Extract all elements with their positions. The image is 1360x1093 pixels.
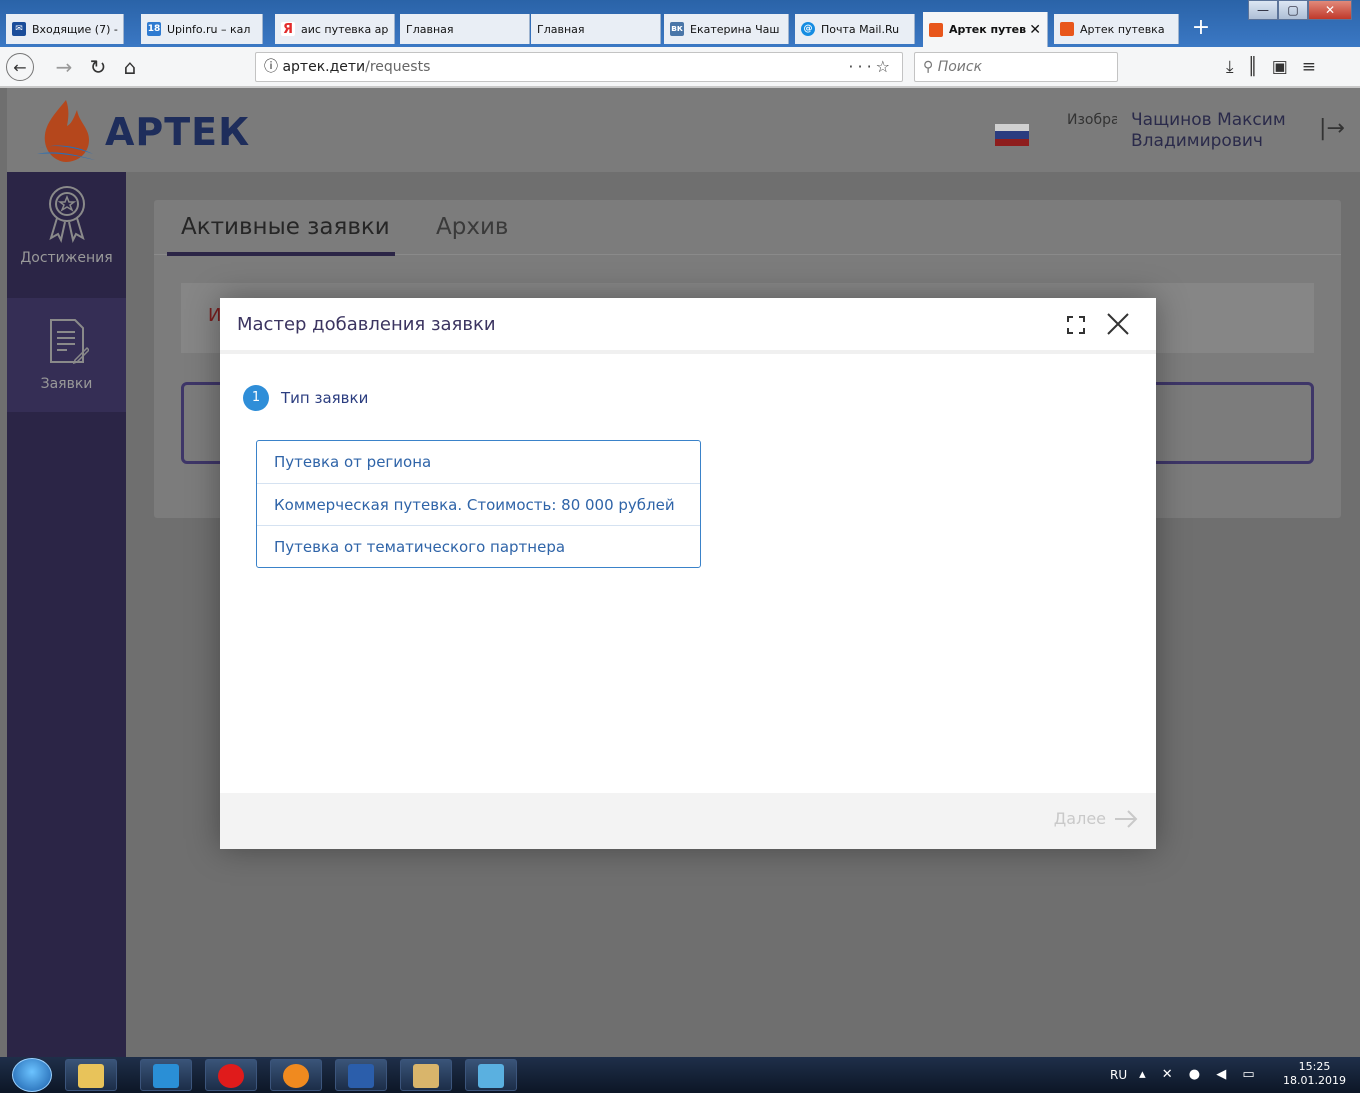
forward-button[interactable]: → <box>50 53 78 81</box>
url-host: артек.дети <box>282 59 366 75</box>
wizard-step: 1 Тип заявки <box>243 385 368 411</box>
expand-icon[interactable] <box>1065 314 1087 336</box>
sidebar-item-label: Достижения <box>20 250 113 266</box>
browser-tab-label: Екатерина Чаш <box>690 22 780 36</box>
step-number-badge: 1 <box>243 385 269 411</box>
close-icon[interactable] <box>1105 311 1131 337</box>
yandex-icon: Я <box>281 21 295 37</box>
browser-tab-6[interactable]: @ Почта Mail.Ru <box>795 14 915 44</box>
word-taskbar-icon[interactable] <box>335 1059 387 1091</box>
clock-time: 15:25 <box>1298 1060 1331 1073</box>
browser-nav-bar: ← → ↻ ⌂ ⓘ артек.дети/requests ···☆ ⚲ Пои… <box>0 47 1360 87</box>
browser-tab-1[interactable]: 18 Upinfo.ru – кал <box>141 14 263 44</box>
modal-title: Мастер добавления заявки <box>237 314 496 335</box>
option-commercial-voucher[interactable]: Коммерческая путевка. Стоимость: 80 000 … <box>257 483 700 525</box>
windows-taskbar: RU ▴ ✕ ● ◀ ▭ 15:25 18.01.2019 <box>0 1057 1360 1093</box>
tray-icons[interactable]: ▴ ✕ ● ◀ ▭ <box>1139 1057 1269 1093</box>
toolbar-icons[interactable]: ⤓║▣≡ <box>1226 53 1330 81</box>
search-icon: ⚲ <box>923 59 934 75</box>
browser-tab-label: Артек путев <box>949 23 1027 36</box>
step-label: Тип заявки <box>281 389 369 407</box>
browser-tab-8[interactable]: Артек путевка <box>1054 14 1179 44</box>
browser-tab-3[interactable]: Главная <box>400 14 530 44</box>
sidebar: Достижения Заявки <box>7 172 126 1057</box>
sidebar-item-requests[interactable]: Заявки <box>7 298 126 412</box>
clock[interactable]: 15:25 18.01.2019 <box>1283 1060 1346 1088</box>
browser-tab-4[interactable]: Главная <box>531 14 661 44</box>
medal-icon <box>48 186 85 243</box>
next-button-label: Далее <box>1053 809 1106 828</box>
artek-icon <box>1060 22 1074 36</box>
calendar-icon: 18 <box>147 22 161 36</box>
browser-tab-label: Входящие (7) - <box>32 22 118 36</box>
browser-tab-label: Почта Mail.Ru <box>821 22 900 36</box>
tab-active-requests[interactable]: Активные заявки <box>181 214 390 240</box>
logout-icon[interactable]: |→ <box>1319 116 1345 141</box>
media-player-taskbar-icon[interactable] <box>140 1059 192 1091</box>
avatar[interactable]: Изображение пользователя <box>1067 110 1117 130</box>
modal-header: Мастер добавления заявки <box>220 298 1156 354</box>
mailru-icon: @ <box>801 22 815 36</box>
modal-footer: Далее <box>220 793 1156 849</box>
maximize-button[interactable]: ▢ <box>1278 0 1308 20</box>
browser-tab-5[interactable]: вк Екатерина Чаш <box>664 14 789 44</box>
clock-date: 18.01.2019 <box>1283 1074 1346 1087</box>
request-tabs: Активные заявки Архив <box>154 200 1341 256</box>
browser-tab-label: Главная <box>406 22 454 36</box>
browser-tab-label: аис путевка ар <box>301 22 389 36</box>
artek-icon <box>929 22 943 37</box>
photo-viewer-taskbar-icon[interactable] <box>465 1059 517 1091</box>
browser-tab-label: Upinfo.ru – кал <box>167 22 251 36</box>
next-button[interactable]: Далее <box>1054 809 1138 828</box>
document-edit-icon <box>49 319 89 365</box>
window-close-button[interactable]: ✕ <box>1308 0 1352 20</box>
browser-tab-2[interactable]: Я аис путевка ар <box>275 14 395 44</box>
option-partner-voucher[interactable]: Путевка от тематического партнера <box>257 525 700 567</box>
mail-icon: ✉ <box>12 22 26 36</box>
sidebar-item-label: Заявки <box>40 376 93 392</box>
browser-tab-bar: ✉ Входящие (7) - 18 Upinfo.ru – кал Я аи… <box>0 0 1360 47</box>
window-controls: — ▢ ✕ <box>1248 0 1352 20</box>
close-tab-icon[interactable]: ✕ <box>1029 22 1041 38</box>
site-info-icon[interactable]: ⓘ <box>264 59 278 75</box>
browser-tab-active[interactable]: Артек путев ✕ <box>923 12 1048 47</box>
russia-flag-icon[interactable] <box>995 124 1029 146</box>
home-button[interactable]: ⌂ <box>116 53 144 81</box>
active-tab-underline <box>167 252 395 256</box>
reload-button[interactable]: ↻ <box>84 53 112 81</box>
browser-tab-label: Артек путевка <box>1080 22 1165 36</box>
language-indicator[interactable]: RU <box>1110 1057 1127 1093</box>
tab-archive[interactable]: Архив <box>436 214 508 240</box>
sidebar-item-achievements[interactable]: Достижения <box>7 184 126 298</box>
arrow-right-icon <box>1115 809 1138 828</box>
vk-icon: вк <box>670 22 684 36</box>
option-region-voucher[interactable]: Путевка от региона <box>257 441 700 483</box>
browser-tab-0[interactable]: ✉ Входящие (7) - <box>6 14 124 44</box>
request-type-list: Путевка от региона Коммерческая путевка.… <box>256 440 701 568</box>
opera-taskbar-icon[interactable] <box>205 1059 257 1091</box>
app-logo-text: АРТЕК <box>105 110 251 154</box>
firefox-taskbar-icon[interactable] <box>270 1059 322 1091</box>
system-tray: RU ▴ ✕ ● ◀ ▭ <box>1110 1057 1269 1093</box>
back-button[interactable]: ← <box>6 53 34 81</box>
user-name[interactable]: Чащинов Максим Владимирович <box>1131 110 1311 152</box>
explorer-taskbar-icon[interactable] <box>65 1059 117 1091</box>
url-bar[interactable]: ⓘ артек.дети/requests ···☆ <box>255 52 903 82</box>
minimize-button[interactable]: — <box>1248 0 1278 20</box>
start-button[interactable] <box>12 1058 52 1092</box>
search-placeholder: Поиск <box>937 59 983 75</box>
artek-flame-logo-icon <box>37 100 95 162</box>
browser-tab-label: Главная <box>537 22 585 36</box>
url-path: /requests <box>365 59 431 75</box>
search-bar[interactable]: ⚲ Поиск <box>914 52 1118 82</box>
new-tab-button[interactable]: + <box>1187 14 1215 44</box>
add-request-wizard-modal: Мастер добавления заявки 1 Тип заявки Пу… <box>220 298 1156 849</box>
page-actions-icons[interactable]: ···☆ <box>848 53 894 81</box>
paint-taskbar-icon[interactable] <box>400 1059 452 1091</box>
app-header: АРТЕК Изображение пользователя Чащинов М… <box>7 88 1360 172</box>
